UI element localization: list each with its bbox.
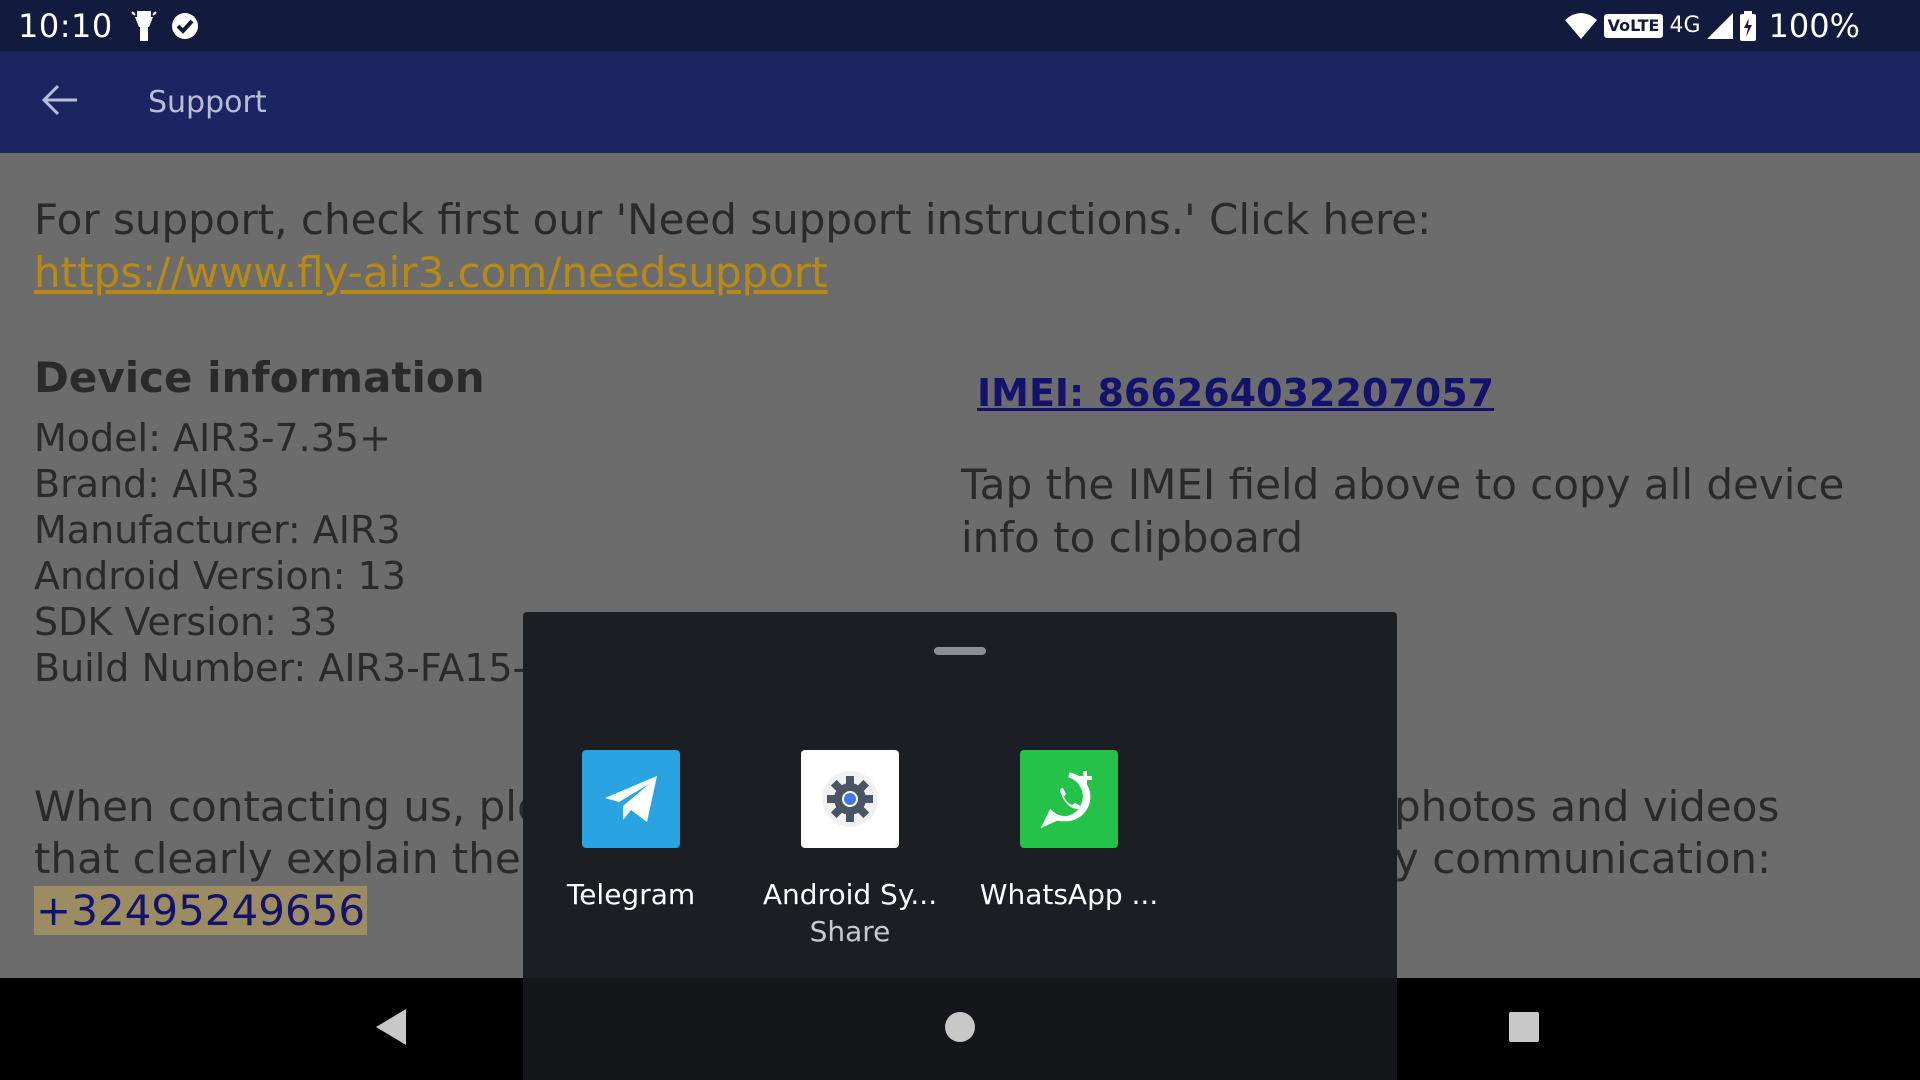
- contact-left-line-2: that clearly explain the is: [34, 834, 568, 883]
- share-target-telegram[interactable]: Telegram: [531, 750, 731, 911]
- device-info-manufacturer: Manufacturer: AIR3: [34, 508, 401, 552]
- share-target-android-system[interactable]: Android Sy... Share: [750, 750, 950, 948]
- sheet-drag-handle[interactable]: [934, 647, 986, 655]
- share-target-sublabel: Share: [809, 915, 891, 948]
- device-info-list: Model: AIR3-7.35+ Brand: AIR3 Manufactur…: [34, 415, 573, 691]
- app-bar: Support: [0, 51, 1920, 153]
- signal-icon: [1706, 12, 1733, 39]
- contact-right-line-1: photos and videos: [1394, 782, 1780, 831]
- telegram-icon: [582, 750, 680, 848]
- recents-square-icon: [1508, 1011, 1540, 1047]
- status-time: 10:10: [18, 6, 113, 45]
- navigation-bar: [0, 978, 1920, 1080]
- nav-home-button[interactable]: [910, 978, 1010, 1080]
- device-info-android-version: Android Version: 13: [34, 554, 406, 598]
- battery-charging-icon: [1739, 10, 1757, 41]
- device-info-title: Device information: [34, 353, 485, 402]
- share-target-label: Android Sy...: [762, 878, 938, 911]
- phone-link[interactable]: +32495249656: [34, 886, 368, 935]
- contact-right-line-2: y communication:: [1394, 834, 1772, 883]
- device-info-sdk-version: SDK Version: 33: [34, 600, 338, 644]
- device-info-brand: Brand: AIR3: [34, 462, 260, 506]
- volte-badge: VoLTE: [1603, 13, 1664, 38]
- share-target-label: Telegram: [566, 878, 696, 911]
- network-type: 4G: [1669, 13, 1701, 38]
- contact-left-line-1: When contacting us, plea: [34, 782, 569, 831]
- status-bar: 10:10 VoLTE 4G 100%: [0, 0, 1920, 51]
- share-target-whatsapp[interactable]: WhatsApp ...: [969, 750, 1169, 911]
- device-info-model: Model: AIR3-7.35+: [34, 416, 391, 460]
- wifi-icon: [1564, 12, 1598, 40]
- imei-hint: Tap the IMEI field above to copy all dev…: [961, 460, 1845, 562]
- android-system-gear-icon: [801, 750, 899, 848]
- nav-back-button[interactable]: [341, 978, 441, 1080]
- intro-text: For support, check first our 'Need suppo…: [34, 193, 1894, 299]
- device-info-build-number: Build Number: AIR3-FA15-M-: [34, 646, 573, 690]
- flashlight-icon: [131, 9, 157, 43]
- imei-field[interactable]: IMEI: 866264032207057: [977, 371, 1494, 415]
- back-triangle-icon: [374, 1009, 408, 1049]
- whatsapp-icon: [1020, 750, 1118, 848]
- arrow-left-icon: [41, 84, 79, 120]
- support-link[interactable]: https://www.fly-air3.com/needsupport: [34, 248, 828, 297]
- nav-recents-button[interactable]: [1474, 978, 1574, 1080]
- battery-percent: 100%: [1768, 6, 1860, 45]
- back-button[interactable]: [28, 70, 92, 134]
- page-title: Support: [148, 84, 267, 120]
- share-target-label: WhatsApp ...: [979, 878, 1159, 911]
- vpn-check-icon: [169, 10, 201, 42]
- intro-message: For support, check first our 'Need suppo…: [34, 195, 1432, 244]
- home-circle-icon: [944, 1011, 976, 1047]
